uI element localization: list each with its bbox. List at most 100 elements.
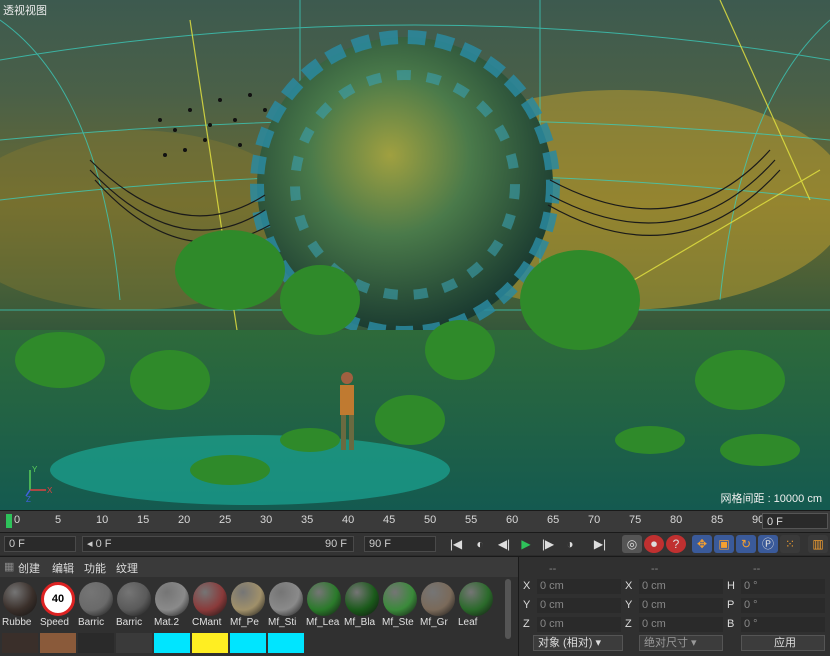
material-swatch[interactable]: Mf_Gr	[420, 581, 456, 629]
prev-key-button[interactable]: ◐	[470, 535, 490, 553]
timeline-tick: 20	[178, 514, 191, 526]
prev-frame-button[interactable]: ◀|	[494, 535, 514, 553]
timeline-tick: 60	[506, 514, 519, 526]
scale-key-icon[interactable]: ▣	[714, 535, 734, 553]
material-swatch[interactable]: Mat.2	[154, 581, 190, 629]
menu-edit[interactable]: 编辑	[52, 560, 74, 576]
material-preview-icon	[421, 582, 455, 616]
next-key-button[interactable]: ◑	[560, 535, 580, 553]
coord-axis-label: X	[625, 580, 633, 592]
move-key-icon[interactable]: ✥	[692, 535, 712, 553]
material-swatch[interactable]	[40, 633, 76, 653]
apply-button[interactable]: 应用	[741, 635, 825, 651]
material-swatch[interactable]	[268, 633, 304, 653]
coord-value-field[interactable]: 0 cm	[639, 598, 723, 613]
preview-range-slider[interactable]: ◂ 0 F 90 F	[82, 536, 354, 552]
coord-value-field[interactable]: 0 cm	[537, 617, 621, 632]
material-swatch[interactable]: Mf_Pe	[230, 581, 266, 629]
size-mode-dropdown[interactable]: 绝对尺寸 ▾	[639, 635, 723, 651]
rotate-key-icon[interactable]: ↻	[736, 535, 756, 553]
timeline-tick: 55	[465, 514, 478, 526]
coord-mode-dropdown[interactable]: 对象 (相对) ▾	[533, 635, 623, 651]
pla-key-icon[interactable]: ⁙	[780, 535, 800, 553]
material-swatch[interactable]	[154, 633, 190, 653]
material-name: Barric	[78, 617, 105, 628]
material-swatch[interactable]: Rubbe	[2, 581, 38, 629]
menu-function[interactable]: 功能	[84, 560, 106, 576]
coord-axis-label: Z	[625, 618, 632, 630]
scene-render	[0, 0, 830, 510]
coord-value-field[interactable]: 0 cm	[537, 598, 621, 613]
next-frame-button[interactable]: |▶	[538, 535, 558, 553]
coord-axis-label: B	[727, 618, 735, 630]
playhead-marker[interactable]	[6, 514, 12, 528]
material-swatch[interactable]	[78, 633, 114, 653]
param-key-icon[interactable]: Ⓟ	[758, 535, 778, 553]
range-start-label: ◂ 0 F	[87, 538, 112, 550]
timeline-tick: 85	[711, 514, 724, 526]
timeline-tick: 75	[629, 514, 642, 526]
material-swatch[interactable]: Leaf	[458, 581, 494, 629]
play-button[interactable]: ▶	[516, 535, 536, 553]
coord-axis-label: P	[727, 599, 735, 611]
material-name: Leaf	[458, 617, 478, 628]
coord-axis-label: Y	[523, 599, 531, 611]
material-swatch[interactable]: CMant	[192, 581, 228, 629]
material-swatch[interactable]: Mf_Bla	[344, 581, 380, 629]
material-swatch[interactable]	[192, 633, 228, 653]
go-to-start-button[interactable]: |◀	[446, 535, 466, 553]
timeline-tick: 15	[137, 514, 150, 526]
coord-value-field[interactable]: 0 °	[741, 579, 825, 594]
timeline-tick: 40	[342, 514, 355, 526]
timeline-tick: 80	[670, 514, 683, 526]
svg-text:X: X	[47, 486, 53, 495]
record-key-icon[interactable]: ◎	[622, 535, 642, 553]
material-swatch[interactable]: Mf_Sti	[268, 581, 304, 629]
timeline-ruler[interactable]: 0 5 10 15 20 25 30 35 40 45 50 55 60 65 70 75 80 85 90 0 F	[0, 510, 830, 533]
material-swatch[interactable]: Mf_Ste	[382, 581, 418, 629]
coord-mode-label: 对象 (相对)	[538, 637, 593, 649]
material-swatch[interactable]: Mf_Lea	[306, 581, 342, 629]
size-mode-label: 绝对尺寸	[644, 637, 688, 649]
autokey-icon[interactable]: ⏺	[644, 535, 664, 553]
material-scrollbar[interactable]	[505, 579, 511, 639]
coord-value-field[interactable]: 0 cm	[639, 579, 723, 594]
menu-texture[interactable]: 纹理	[116, 560, 138, 576]
timeline-tick: 0	[14, 514, 21, 526]
key-help-icon[interactable]: ?	[666, 535, 686, 553]
scheme-icon[interactable]: ▥	[808, 535, 828, 553]
coord-value-field[interactable]: 0 cm	[537, 579, 621, 594]
material-swatch[interactable]: Barric	[116, 581, 152, 629]
material-swatch[interactable]	[116, 633, 152, 653]
coord-header-position: --	[549, 563, 557, 575]
start-frame-field[interactable]: 0 F	[4, 536, 76, 552]
timeline-tick: 5	[55, 514, 62, 526]
coord-value-field[interactable]: 0 °	[741, 598, 825, 613]
material-name: Mf_Sti	[268, 617, 297, 628]
timeline-tick: 50	[424, 514, 437, 526]
material-preview-icon	[459, 582, 493, 616]
perspective-viewport[interactable]: 透视视图 Y X Z 网格间距 : 10000 cm	[0, 0, 830, 510]
material-swatch[interactable]: Barric	[78, 581, 114, 629]
coord-value-field[interactable]: 0 °	[741, 617, 825, 632]
go-to-end-button[interactable]: ▶|	[590, 535, 610, 553]
grid-spacing-label: 网格间距 : 10000 cm	[720, 493, 822, 505]
material-preview-icon	[117, 582, 151, 616]
material-menu-bar: ▦ 创建 编辑 功能 纹理	[0, 557, 518, 577]
menu-create[interactable]: 创建	[18, 560, 40, 576]
current-frame-field[interactable]: 0 F	[762, 513, 828, 529]
material-preview-icon: 40	[41, 582, 75, 616]
material-swatch[interactable]	[2, 633, 38, 653]
end-frame-field[interactable]: 90 F	[364, 536, 436, 552]
timeline-tick: 70	[588, 514, 601, 526]
timeline-tick: 25	[219, 514, 232, 526]
material-swatch[interactable]	[230, 633, 266, 653]
coord-header-size: --	[651, 563, 659, 575]
material-manager: ▦ 创建 编辑 功能 纹理 Rubbe 40 Speed Barric Barric Ma…	[0, 556, 518, 656]
timeline-tick: 35	[301, 514, 314, 526]
material-swatch[interactable]: 40 Speed	[40, 581, 76, 629]
coord-value-field[interactable]: 0 cm	[639, 617, 723, 632]
material-name: CMant	[192, 617, 222, 628]
coord-axis-label: X	[523, 580, 531, 592]
timeline-tick: 10	[96, 514, 109, 526]
